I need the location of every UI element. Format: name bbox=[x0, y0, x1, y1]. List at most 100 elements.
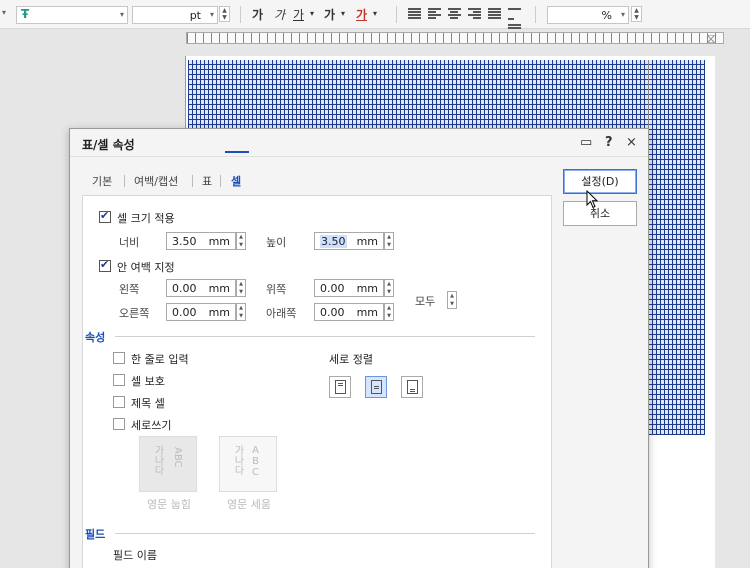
line-spacing-unit: % bbox=[601, 9, 612, 22]
bottom-margin-stepper[interactable]: ▲ ▼ bbox=[384, 303, 394, 321]
align-right-icon[interactable] bbox=[468, 8, 481, 20]
ok-button[interactable]: 설정(D) bbox=[563, 169, 637, 194]
cell-size-checkbox[interactable] bbox=[99, 209, 111, 223]
style-icon: Ŧ bbox=[21, 7, 30, 21]
right-margin-unit: mm bbox=[208, 306, 230, 319]
bottom-margin-unit: mm bbox=[356, 306, 378, 319]
chevron-down-icon[interactable]: ▾ bbox=[341, 9, 345, 18]
height-field[interactable]: 3.50 mm bbox=[314, 232, 384, 250]
vertical-writing-checkbox[interactable] bbox=[113, 418, 125, 430]
align-left-icon[interactable] bbox=[428, 8, 441, 20]
single-line-checkbox[interactable] bbox=[113, 352, 125, 364]
field-section-title: 필드 bbox=[85, 528, 106, 541]
valign-top-button[interactable] bbox=[329, 376, 351, 398]
dialog-title: 표/셀 속성 bbox=[82, 138, 135, 152]
align-divide-icon[interactable] bbox=[508, 8, 521, 29]
single-line-label: 한 줄로 입력 bbox=[131, 353, 189, 366]
title-cell-checkbox[interactable] bbox=[113, 396, 125, 408]
orientation-lay-label: 영문 눕힘 bbox=[147, 498, 191, 511]
mouse-cursor-icon bbox=[586, 190, 599, 209]
section-divider bbox=[115, 533, 535, 534]
valign-bottom-icon bbox=[407, 380, 418, 394]
tab-separator bbox=[220, 175, 221, 187]
right-margin-stepper[interactable]: ▲ ▼ bbox=[236, 303, 246, 321]
bottom-margin-field[interactable]: 0.00 mm bbox=[314, 303, 384, 321]
ruler-marker-icon[interactable]: ⧖ bbox=[706, 31, 726, 49]
line-spacing-combo[interactable]: % ▾ bbox=[547, 6, 629, 24]
font-size-combo[interactable]: pt ▾ bbox=[132, 6, 218, 24]
title-cell-label: 제목 셀 bbox=[131, 397, 165, 410]
right-margin-value: 0.00 bbox=[172, 306, 197, 319]
line-spacing-stepper[interactable]: ▲ ▼ bbox=[631, 6, 642, 22]
chevron-down-icon[interactable]: ▾ bbox=[2, 8, 6, 26]
tab-margin-caption[interactable]: 여백/캡션 bbox=[134, 173, 178, 189]
align-center-icon[interactable] bbox=[448, 8, 461, 20]
field-name-label: 필드 이름 bbox=[113, 549, 157, 562]
close-icon[interactable]: × bbox=[626, 135, 637, 150]
font-size-stepper[interactable]: ▲ ▼ bbox=[219, 6, 230, 22]
table-cell-properties-dialog: 표/셀 속성 ▭ ? × 기본 여백/캡션 표 셀 설정(D) 취소 셀 크기 … bbox=[69, 128, 649, 568]
width-stepper[interactable]: ▲ ▼ bbox=[236, 232, 246, 250]
align-justify-icon[interactable] bbox=[408, 8, 421, 20]
active-tab-indicator bbox=[225, 151, 249, 153]
help-icon[interactable]: ? bbox=[605, 135, 613, 150]
tab-table[interactable]: 표 bbox=[202, 173, 212, 189]
width-label: 너비 bbox=[119, 236, 140, 249]
top-margin-unit: mm bbox=[356, 282, 378, 295]
left-margin-unit: mm bbox=[208, 282, 230, 295]
tab-cell[interactable]: 셀 bbox=[231, 173, 241, 189]
tab-separator bbox=[192, 175, 193, 187]
all-margin-label: 모두 bbox=[415, 295, 436, 308]
orientation-stand-option[interactable]: 가나다 ABC bbox=[219, 436, 277, 492]
toolbar-separator bbox=[535, 6, 536, 23]
right-margin-field[interactable]: 0.00 mm bbox=[166, 303, 236, 321]
top-margin-stepper[interactable]: ▲ ▼ bbox=[384, 279, 394, 297]
tab-basic[interactable]: 기본 bbox=[92, 173, 112, 189]
orientation-lay-option[interactable]: 가나다 ABC bbox=[139, 436, 197, 492]
italic-button[interactable]: 가 bbox=[274, 6, 285, 23]
valign-middle-button[interactable] bbox=[365, 376, 387, 398]
vertical-writing-label: 세로쓰기 bbox=[131, 419, 172, 432]
valign-top-icon bbox=[335, 380, 346, 394]
chevron-down-icon[interactable]: ▾ bbox=[373, 9, 377, 18]
all-margin-stepper[interactable]: ▲ ▼ bbox=[447, 291, 457, 309]
valign-bottom-button[interactable] bbox=[401, 376, 423, 398]
orientation-stand-label: 영문 세움 bbox=[227, 498, 271, 511]
right-margin-label: 오른쪽 bbox=[119, 307, 150, 320]
left-margin-field[interactable]: 0.00 mm bbox=[166, 279, 236, 297]
inner-margin-checkbox[interactable] bbox=[99, 258, 111, 272]
memo-icon[interactable]: ▭ bbox=[580, 135, 592, 150]
chevron-down-icon: ▾ bbox=[620, 10, 625, 19]
bottom-margin-label: 아래쪽 bbox=[266, 307, 297, 320]
protect-cell-checkbox[interactable] bbox=[113, 374, 125, 386]
cancel-button[interactable]: 취소 bbox=[563, 201, 637, 226]
style-combo[interactable]: Ŧ ▾ bbox=[16, 6, 128, 24]
height-label: 높이 bbox=[266, 236, 287, 249]
left-margin-value: 0.00 bbox=[172, 282, 197, 295]
protect-cell-label: 셀 보호 bbox=[131, 375, 165, 388]
top-margin-label: 위쪽 bbox=[266, 283, 287, 296]
bold-button[interactable]: 가 bbox=[252, 6, 263, 23]
cell-tab-panel: 셀 크기 적용 너비 3.50 mm ▲▼ 높이 3.50 mm ▲▼ 안 여백… bbox=[82, 195, 552, 568]
align-distribute-icon[interactable] bbox=[488, 8, 501, 20]
width-unit: mm bbox=[208, 235, 230, 248]
properties-section-title: 속성 bbox=[85, 331, 106, 344]
top-margin-field[interactable]: 0.00 mm bbox=[314, 279, 384, 297]
inner-margin-label: 안 여백 지정 bbox=[117, 261, 175, 274]
toolbar-separator bbox=[240, 6, 241, 23]
strike-button[interactable]: 가 bbox=[324, 6, 335, 23]
left-margin-stepper[interactable]: ▲ ▼ bbox=[236, 279, 246, 297]
chevron-down-icon[interactable]: ▾ bbox=[310, 9, 314, 18]
toolbar-separator bbox=[396, 6, 397, 23]
height-unit: mm bbox=[356, 235, 378, 248]
horizontal-ruler[interactable] bbox=[186, 32, 724, 44]
height-stepper[interactable]: ▲ ▼ bbox=[384, 232, 394, 250]
underline-button[interactable]: 가 bbox=[293, 6, 304, 23]
section-divider bbox=[115, 336, 535, 337]
orientation-lay-english: ABC bbox=[172, 447, 183, 468]
chevron-down-icon: ▾ bbox=[209, 10, 214, 19]
dialog-titlebar[interactable]: 표/셀 속성 ▭ ? × bbox=[70, 129, 648, 157]
font-color-button[interactable]: 가 bbox=[356, 6, 367, 23]
width-field[interactable]: 3.50 mm bbox=[166, 232, 236, 250]
font-size-unit: pt bbox=[189, 9, 201, 22]
